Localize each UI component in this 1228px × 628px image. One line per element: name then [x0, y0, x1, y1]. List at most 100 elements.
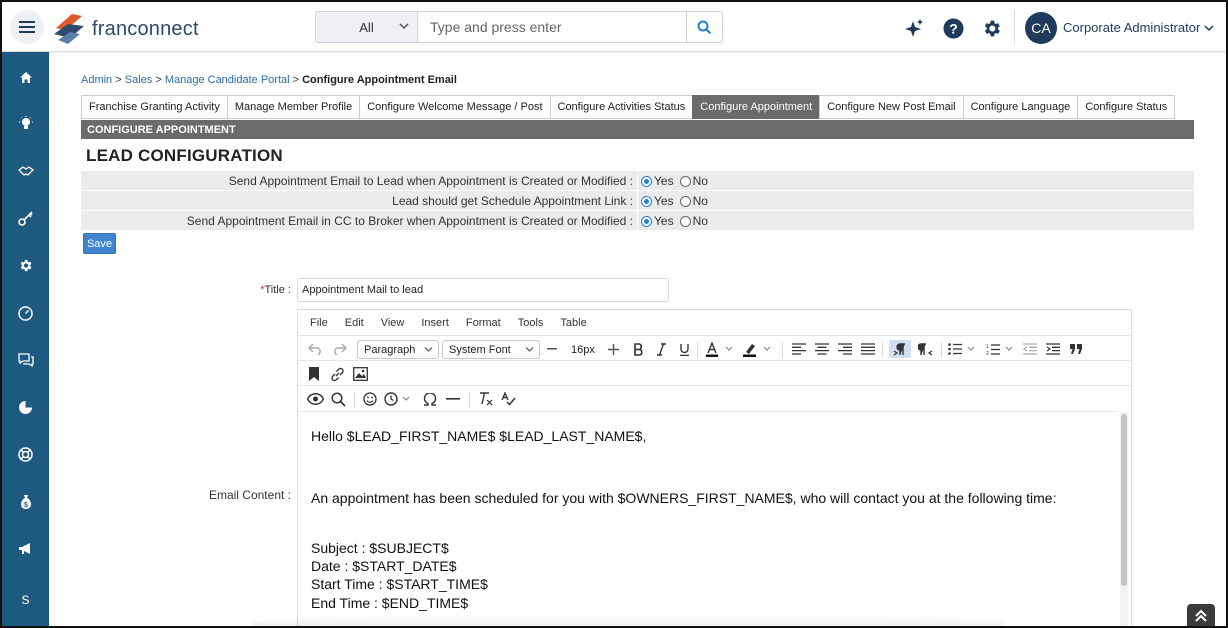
sidebar-item-settings[interactable]: [2, 245, 49, 285]
outdent-button[interactable]: [1022, 340, 1038, 358]
radio-yes[interactable]: [641, 175, 652, 187]
font-size-increase-button[interactable]: [607, 340, 619, 358]
horizontal-line-button[interactable]: [444, 390, 462, 408]
search-button[interactable]: [686, 12, 722, 42]
sidebar-item-access[interactable]: [2, 198, 49, 238]
save-button[interactable]: Save: [83, 233, 116, 254]
tab-configure-status[interactable]: Configure Status: [1077, 95, 1176, 119]
italic-button[interactable]: [653, 340, 669, 358]
font-family-select[interactable]: System Font: [442, 340, 540, 359]
tab-configure-new-post-email[interactable]: Configure New Post Email: [819, 95, 963, 119]
align-justify-button[interactable]: [860, 340, 876, 358]
redo-icon: [333, 343, 347, 355]
menu-table[interactable]: Table: [560, 317, 586, 329]
bottom-shadow: [252, 614, 1002, 626]
insert-datetime-button[interactable]: [384, 390, 414, 408]
sidebar-item-marketing[interactable]: [2, 529, 49, 569]
gear-icon: [984, 20, 1000, 36]
hamburger-menu-button[interactable]: [10, 10, 44, 44]
radio-no[interactable]: [679, 215, 691, 227]
search-scope-select[interactable]: All: [316, 12, 418, 42]
settings-button[interactable]: [979, 16, 1003, 40]
bullet-list-button[interactable]: [948, 340, 978, 358]
menu-insert[interactable]: Insert: [421, 317, 449, 329]
toolbar-separator: [941, 342, 942, 358]
sidebar-item-deals[interactable]: [2, 151, 49, 191]
sidebar-item-ideas[interactable]: [2, 104, 49, 144]
avatar[interactable]: CA: [1025, 12, 1057, 44]
menu-view[interactable]: View: [381, 317, 405, 329]
sidebar-item-s[interactable]: S: [2, 580, 49, 620]
preview-button[interactable]: [306, 390, 324, 408]
highlight-color-button[interactable]: [743, 340, 773, 358]
help-button[interactable]: ?: [941, 16, 965, 40]
home-icon: [19, 71, 32, 83]
editor-content[interactable]: Hello $LEAD_FIRST_NAME$ $LEAD_LAST_NAME$…: [298, 411, 1118, 626]
tab-franchise-granting-activity[interactable]: Franchise Granting Activity: [81, 95, 227, 119]
bullet-list-icon: [948, 343, 975, 355]
scrollbar-thumb[interactable]: [1121, 414, 1127, 586]
user-name[interactable]: Corporate Administrator: [1063, 20, 1200, 35]
find-replace-button[interactable]: [329, 390, 347, 408]
sidebar-item-dashboard[interactable]: [2, 293, 49, 333]
scroll-to-top-button[interactable]: [1187, 604, 1215, 626]
sidebar-item-messages[interactable]: [2, 340, 49, 380]
align-center-icon: [815, 343, 829, 355]
emoticons-button[interactable]: [361, 390, 379, 408]
breadcrumb-sales[interactable]: Sales: [125, 74, 153, 86]
bookmark-button[interactable]: [306, 365, 322, 383]
radio-no[interactable]: [679, 175, 691, 187]
radio-yes[interactable]: [641, 215, 652, 227]
insert-link-button[interactable]: [328, 365, 346, 383]
underline-button[interactable]: [676, 340, 692, 358]
undo-button[interactable]: [306, 340, 324, 358]
chevron-down-icon[interactable]: [1204, 24, 1214, 32]
indent-button[interactable]: [1045, 340, 1061, 358]
spellcheck-button[interactable]: [499, 390, 517, 408]
radio-yes[interactable]: [641, 195, 652, 207]
radio-no[interactable]: [679, 195, 691, 207]
ltr-button[interactable]: [889, 340, 911, 358]
config-row: Lead should get Schedule Appointment Lin…: [81, 191, 1194, 210]
title-input[interactable]: [297, 278, 669, 302]
font-size-decrease-button[interactable]: [546, 340, 558, 358]
highlight-icon: [743, 343, 771, 357]
insert-image-button[interactable]: [351, 365, 369, 383]
align-left-icon: [792, 343, 806, 355]
tab-manage-member-profile[interactable]: Manage Member Profile: [226, 95, 360, 119]
sidebar-item-home[interactable]: [2, 57, 49, 97]
chevron-down-icon: [399, 23, 409, 30]
breadcrumb-admin[interactable]: Admin: [81, 74, 112, 86]
blockquote-button[interactable]: [1068, 340, 1084, 358]
text-color-button[interactable]: [706, 340, 734, 358]
sidebar-item-finance[interactable]: $: [2, 482, 49, 522]
block-format-select[interactable]: Paragraph: [357, 340, 439, 359]
ai-sparkle-button[interactable]: [902, 16, 926, 40]
align-center-button[interactable]: [814, 340, 830, 358]
special-character-button[interactable]: [421, 390, 439, 408]
menu-edit[interactable]: Edit: [345, 317, 364, 329]
tab-configure-welcome-message[interactable]: Configure Welcome Message / Post: [359, 95, 550, 119]
redo-button[interactable]: [330, 340, 348, 358]
search-input[interactable]: [418, 12, 686, 42]
bold-button[interactable]: [630, 340, 646, 358]
clear-formatting-button[interactable]: [476, 390, 494, 408]
menu-format[interactable]: Format: [466, 317, 501, 329]
radio-yes-label: Yes: [654, 214, 674, 228]
breadcrumb-manage-candidate-portal[interactable]: Manage Candidate Portal: [165, 74, 290, 86]
menu-file[interactable]: File: [310, 317, 328, 329]
rtl-button[interactable]: [915, 340, 935, 358]
config-row-label: Lead should get Schedule Appointment Lin…: [392, 194, 633, 208]
sidebar-item-reports[interactable]: [2, 387, 49, 427]
sidebar-item-support[interactable]: [2, 434, 49, 474]
editor-scrollbar[interactable]: [1120, 412, 1128, 626]
tab-configure-language[interactable]: Configure Language: [962, 95, 1078, 119]
menu-tools[interactable]: Tools: [518, 317, 544, 329]
align-right-button[interactable]: [837, 340, 853, 358]
font-size-input[interactable]: 16px: [563, 340, 603, 359]
numbered-list-button[interactable]: 12: [986, 340, 1016, 358]
franconnect-logo[interactable]: franconnect: [52, 12, 199, 46]
tab-configure-appointment[interactable]: Configure Appointment: [692, 95, 820, 119]
tab-configure-activities-status[interactable]: Configure Activities Status: [549, 95, 693, 119]
align-left-button[interactable]: [791, 340, 807, 358]
